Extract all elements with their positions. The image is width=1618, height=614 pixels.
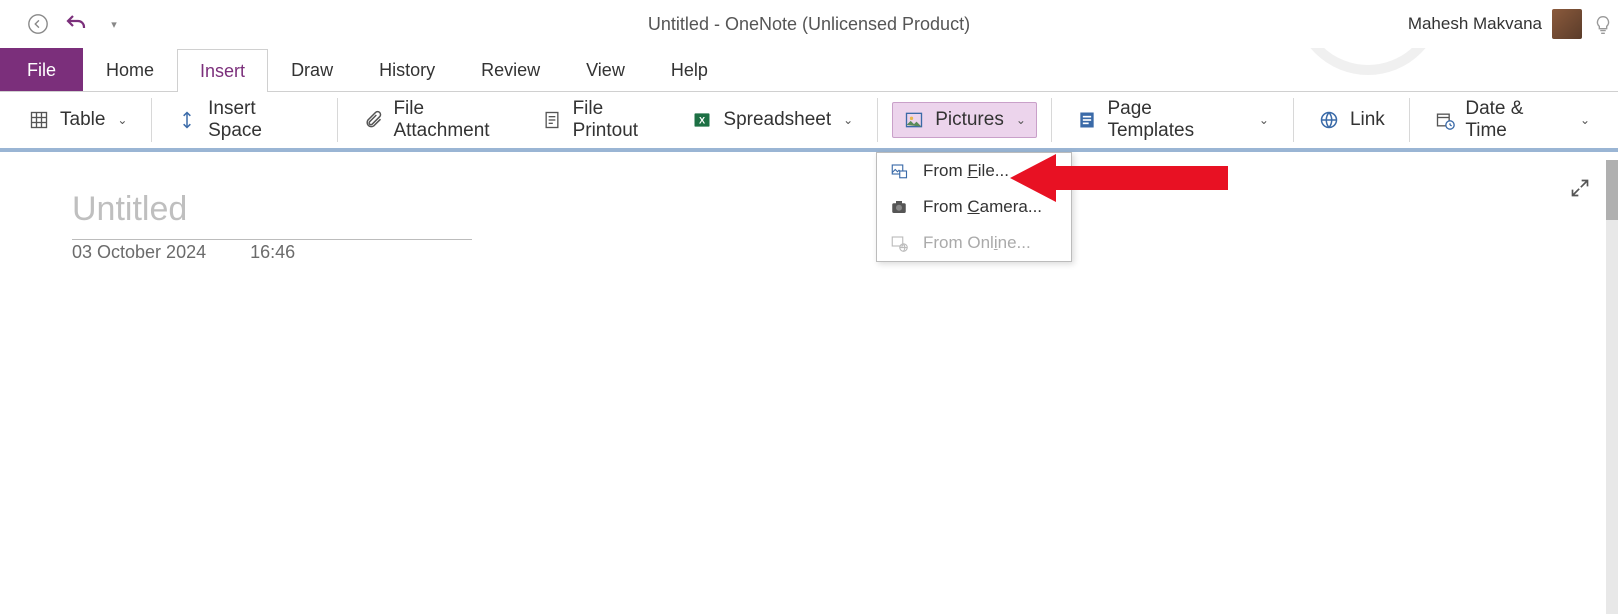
insert-space-icon [176, 109, 198, 131]
tab-help[interactable]: Help [648, 48, 731, 91]
page-templates-icon [1076, 109, 1098, 131]
page-time: 16:46 [250, 242, 295, 263]
from-file-label: From File... [923, 161, 1009, 181]
from-camera-label: From Camera... [923, 197, 1042, 217]
scrollbar-thumb[interactable] [1606, 160, 1618, 220]
file-printout-button[interactable]: File Printout [531, 92, 681, 148]
link-icon [1318, 109, 1340, 131]
chevron-down-icon: ⌄ [843, 113, 853, 127]
user-name: Mahesh Makvana [1408, 14, 1542, 34]
from-file-item[interactable]: From File... [877, 153, 1071, 189]
undo-button[interactable] [64, 12, 88, 36]
pictures-button[interactable]: Pictures ⌄ [892, 102, 1037, 138]
user-avatar[interactable] [1552, 9, 1582, 39]
link-button[interactable]: Link [1308, 103, 1395, 137]
spreadsheet-button[interactable]: X Spreadsheet ⌄ [681, 103, 863, 137]
calendar-clock-icon [1434, 109, 1456, 131]
table-icon [28, 109, 50, 131]
from-online-label: From Online... [923, 233, 1031, 253]
pictures-dropdown: From File... From Camera... From Online.… [876, 152, 1072, 262]
page-templates-label: Page Templates [1107, 98, 1240, 142]
page-canvas[interactable]: Untitled 03 October 2024 16:46 [0, 156, 1618, 614]
chevron-down-icon: ⌄ [1016, 113, 1026, 127]
ribbon: Table ⌄ Insert Space File Attachment Fil… [0, 92, 1618, 152]
from-camera-item[interactable]: From Camera... [877, 189, 1071, 225]
tab-review[interactable]: Review [458, 48, 563, 91]
page-templates-button[interactable]: Page Templates ⌄ [1066, 92, 1279, 148]
from-file-icon [889, 161, 909, 181]
tab-insert[interactable]: Insert [177, 49, 268, 92]
tab-file[interactable]: File [0, 48, 83, 91]
back-button[interactable] [26, 12, 50, 36]
file-attachment-label: File Attachment [393, 98, 521, 142]
link-label: Link [1350, 109, 1385, 131]
paperclip-icon [362, 109, 383, 131]
file-attachment-button[interactable]: File Attachment [352, 92, 531, 148]
table-button[interactable]: Table ⌄ [18, 103, 137, 137]
lightbulb-icon[interactable] [1592, 14, 1614, 41]
pictures-label: Pictures [935, 109, 1004, 131]
from-online-item: From Online... [877, 225, 1071, 261]
camera-icon [889, 197, 909, 217]
tab-home[interactable]: Home [83, 48, 177, 91]
tab-view[interactable]: View [563, 48, 648, 91]
vertical-scrollbar[interactable] [1606, 160, 1618, 614]
page-title-area[interactable]: Untitled [72, 190, 468, 240]
title-underline [72, 239, 472, 240]
title-bar: ▾ Untitled - OneNote (Unlicensed Product… [0, 0, 1618, 48]
chevron-down-icon: ⌄ [1259, 113, 1269, 127]
quick-access-toolbar: ▾ [0, 12, 126, 36]
insert-space-label: Insert Space [208, 98, 313, 142]
date-time-label: Date & Time [1465, 98, 1568, 142]
page-title-placeholder[interactable]: Untitled [72, 190, 468, 239]
file-printout-label: File Printout [573, 98, 672, 142]
chevron-down-icon: ⌄ [117, 113, 127, 127]
tab-history[interactable]: History [356, 48, 458, 91]
table-label: Table [60, 109, 105, 131]
page-meta: 03 October 2024 16:46 [72, 242, 295, 263]
printout-icon [541, 109, 562, 131]
page-date: 03 October 2024 [72, 242, 206, 263]
window-title: Untitled - OneNote (Unlicensed Product) [648, 14, 970, 35]
from-online-icon [889, 233, 909, 253]
picture-icon [903, 109, 925, 131]
chevron-down-icon: ⌄ [1580, 113, 1590, 127]
ribbon-tabs: File Home Insert Draw History Review Vie… [0, 48, 1618, 92]
date-time-button[interactable]: Date & Time ⌄ [1424, 92, 1600, 148]
user-area[interactable]: Mahesh Makvana [1408, 9, 1582, 39]
insert-space-button[interactable]: Insert Space [166, 92, 323, 148]
svg-text:X: X [699, 115, 706, 125]
spreadsheet-label: Spreadsheet [723, 109, 831, 131]
spreadsheet-icon: X [691, 109, 713, 131]
tab-draw[interactable]: Draw [268, 48, 356, 91]
qat-customize-button[interactable]: ▾ [102, 12, 126, 36]
expand-button[interactable] [1570, 178, 1590, 203]
